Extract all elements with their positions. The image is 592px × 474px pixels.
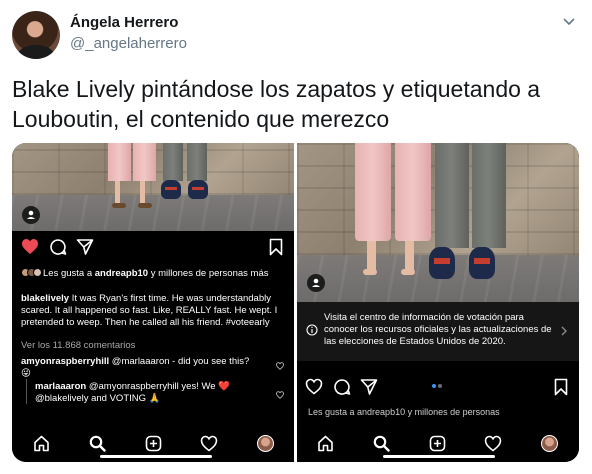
- bottom-navbar: [12, 426, 294, 462]
- person-tag-icon[interactable]: [307, 274, 325, 292]
- comment-1-user[interactable]: amyonraspberryhill: [21, 356, 109, 367]
- likes-line[interactable]: Les gusta a andreapb10 y millones de per…: [21, 268, 286, 279]
- bookmark-icon[interactable]: [554, 378, 568, 396]
- likes-suffix: y millones de personas más: [148, 268, 269, 279]
- tweet-text: Blake Lively pintándose los zapatos y et…: [12, 76, 541, 132]
- author-avatar[interactable]: [12, 11, 60, 59]
- comment-1-emoji: 😜: [21, 368, 31, 379]
- heart-icon[interactable]: [21, 238, 39, 255]
- reply-thread-line: [26, 379, 27, 404]
- likes-line-partial: Les gusta a andreapb10 y millones de per…: [308, 407, 500, 417]
- comment-icon[interactable]: [333, 378, 351, 396]
- new-post-icon[interactable]: [145, 435, 162, 452]
- activity-heart-icon[interactable]: [200, 435, 218, 452]
- share-icon[interactable]: [360, 378, 378, 396]
- comment-2-emoji: 🙏: [148, 393, 161, 404]
- comment-2-text-2: @blakelively and VOTING: [35, 393, 149, 404]
- comment-2-user[interactable]: marlaaaron: [35, 381, 86, 392]
- search-icon[interactable]: [89, 435, 106, 452]
- activity-heart-icon[interactable]: [484, 435, 502, 452]
- liker-avatars: [21, 268, 42, 277]
- voting-info-banner[interactable]: Visita el centro de información de votac…: [297, 302, 579, 361]
- chevron-down-icon[interactable]: [562, 14, 576, 28]
- search-icon[interactable]: [373, 435, 390, 452]
- comment-like-icon[interactable]: [276, 391, 284, 399]
- likes-user[interactable]: andreapb10: [95, 268, 148, 279]
- post-caption: blakelively It was Ryan's first time. He…: [21, 293, 289, 329]
- profile-avatar-icon[interactable]: [541, 435, 558, 452]
- comment-2-heart: ❤️: [218, 381, 231, 392]
- likes-prefix: Les gusta a: [43, 268, 95, 279]
- voting-info-text: Visita el centro de información de votac…: [324, 312, 552, 347]
- comment-1: amyonraspberryhill @marlaaaron - did you…: [21, 356, 271, 380]
- home-indicator: [383, 455, 495, 458]
- chevron-right-icon: [561, 326, 567, 336]
- comment-2-text: @amyonraspberryhill yes! We: [86, 381, 219, 392]
- comment-icon[interactable]: [49, 238, 67, 256]
- home-icon[interactable]: [317, 435, 334, 452]
- comment-2: marlaaaron @amyonraspberryhill yes! We ❤…: [35, 381, 271, 405]
- info-icon: [306, 324, 318, 336]
- comment-1-text: @marlaaaron - did you see this?: [109, 356, 250, 367]
- bookmark-icon[interactable]: [269, 238, 283, 256]
- comment-like-icon[interactable]: [276, 362, 284, 370]
- new-post-icon[interactable]: [429, 435, 446, 452]
- media-image-right[interactable]: Visita el centro de información de votac…: [297, 143, 579, 462]
- profile-avatar-icon[interactable]: [257, 435, 274, 452]
- view-comments-link[interactable]: Ver los 11.868 comentarios: [21, 340, 135, 351]
- post-photo: [12, 143, 294, 231]
- share-icon[interactable]: [76, 238, 94, 256]
- caption-user[interactable]: blakelively: [21, 293, 69, 304]
- author-name[interactable]: Ángela Herrero: [70, 14, 178, 31]
- bottom-navbar: [297, 426, 579, 462]
- home-icon[interactable]: [33, 435, 50, 452]
- person-tag-icon[interactable]: [22, 206, 40, 224]
- post-photo: [297, 143, 579, 302]
- home-indicator: [100, 455, 212, 458]
- heart-icon[interactable]: [305, 378, 323, 395]
- media-image-left[interactable]: Les gusta a andreapb10 y millones de per…: [12, 143, 294, 462]
- author-handle[interactable]: @_angelaherrero: [70, 35, 187, 52]
